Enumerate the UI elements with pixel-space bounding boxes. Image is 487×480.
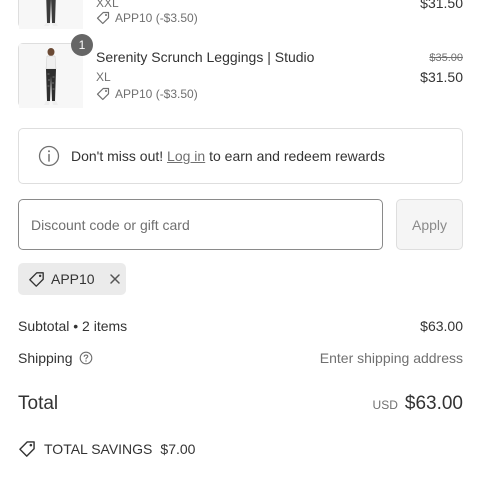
item-discount: APP10 (-$3.50) [96, 11, 198, 25]
total-amount: $63.00 [404, 393, 463, 414]
shipping-label: Shipping [18, 350, 73, 366]
subtotal-row: Subtotal • 2 items $63.00 [18, 318, 463, 334]
info-icon [38, 145, 60, 167]
close-icon [109, 274, 120, 284]
subtotal-value: $63.00 [420, 318, 463, 334]
apply-button[interactable]: Apply [396, 199, 463, 250]
item-discount: APP10 (-$3.50) [96, 87, 198, 101]
item-original-price: $35.00 [429, 52, 463, 64]
item-name: Serenity Scrunch Leggings | Studio [96, 49, 315, 65]
login-link[interactable]: Log in [167, 148, 205, 164]
shipping-row: Shipping Enter shipping address [18, 350, 463, 366]
quantity-badge: 1 [71, 34, 93, 56]
notice-prefix: Don't miss out! [71, 148, 164, 164]
item-discount-label: APP10 (-$3.50) [115, 11, 198, 25]
savings-value: $7.00 [160, 441, 196, 457]
applied-discount-tag: APP10 [18, 263, 126, 295]
shipping-value: Enter shipping address [319, 350, 463, 366]
shipping-label-group: Shipping [18, 350, 93, 366]
notice-text: Don't miss out! Log in to earn and redee… [71, 148, 385, 164]
total-value-group: USD $63.00 [373, 393, 463, 415]
total-label: Total [18, 393, 59, 414]
item-variant: XL [96, 70, 111, 84]
line-item: XXL APP10 (-$3.50) $31.50 [18, 0, 463, 29]
product-thumbnail: 1 [18, 34, 93, 108]
item-variant: XXL [96, 0, 119, 10]
help-icon[interactable] [79, 351, 93, 365]
remove-discount-button[interactable] [109, 273, 121, 285]
subtotal-label: Subtotal • 2 items [18, 318, 128, 334]
item-price: $31.50 [420, 69, 463, 85]
item-price: $31.50 [420, 0, 463, 11]
item-discount-label: APP10 (-$3.50) [115, 87, 198, 101]
applied-discount-label: APP10 [51, 271, 95, 287]
tag-icon [29, 271, 44, 287]
product-thumbnail [18, 0, 83, 29]
tag-icon [19, 441, 35, 457]
discount-code-input[interactable] [18, 199, 383, 250]
total-savings: TOTAL SAVINGS $7.00 [18, 440, 195, 458]
tag-icon [96, 11, 110, 25]
tag-icon [96, 87, 110, 101]
currency-code: USD [372, 398, 398, 412]
line-item: 1 Serenity Scrunch Leggings | Studio XL … [18, 34, 463, 108]
savings-label: TOTAL SAVINGS [44, 441, 153, 457]
total-row: Total USD $63.00 [18, 393, 463, 415]
notice-suffix: to earn and redeem rewards [209, 148, 385, 164]
product-image [19, 0, 83, 29]
product-image [19, 44, 83, 108]
rewards-notice: Don't miss out! Log in to earn and redee… [18, 128, 463, 184]
